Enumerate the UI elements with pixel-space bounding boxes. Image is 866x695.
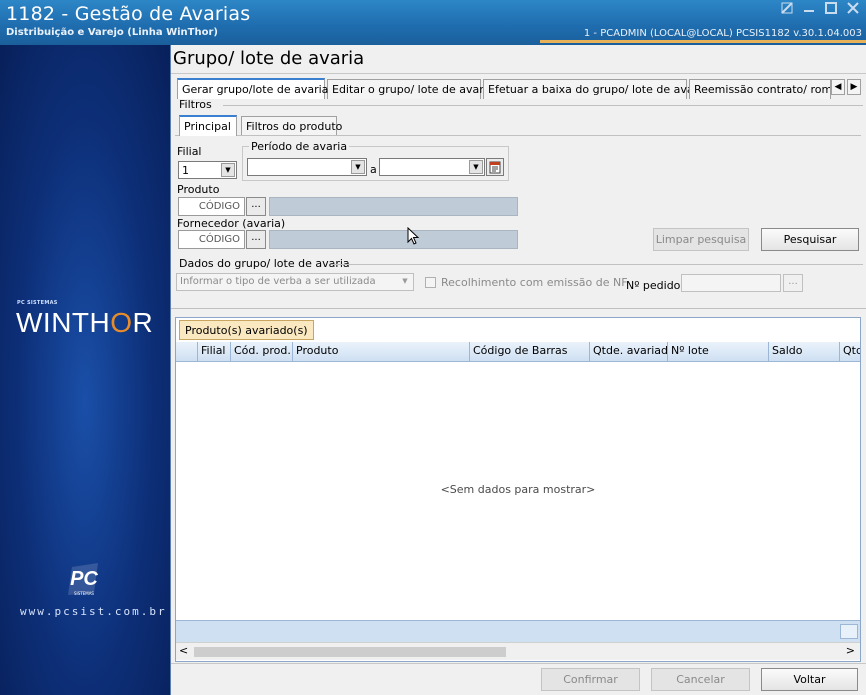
fornecedor-label: Fornecedor (avaria) (177, 217, 286, 230)
fornecedor-search-button[interactable]: ... (246, 230, 266, 249)
subtab-principal[interactable]: Principal (179, 115, 237, 136)
brand-small-text: PC SISTEMAS (17, 300, 58, 306)
divider (171, 308, 866, 309)
tab-scroll-right-icon[interactable]: ▶ (847, 79, 861, 95)
produto-search-button[interactable]: ... (246, 197, 266, 216)
recolhimento-checkbox[interactable] (425, 277, 436, 288)
brand-sidebar: PC SISTEMAS WINTHOR PC SISTEMAS www.pcsi… (0, 45, 171, 695)
column-header-cod-prod[interactable]: Cód. prod. (230, 342, 292, 361)
pedido-label: Nº pedido: (626, 279, 685, 292)
column-header-filial[interactable]: Filial (197, 342, 230, 361)
scrollbar-thumb[interactable] (194, 647, 506, 657)
group-data-line (331, 264, 863, 265)
grid-footer (176, 620, 860, 642)
filters-group-line (223, 105, 863, 106)
calendar-icon[interactable] (486, 158, 504, 176)
column-header-produto[interactable]: Produto (292, 342, 469, 361)
page-title: Grupo/ lote de avaria (173, 48, 365, 69)
periodo-separator: a (370, 163, 377, 176)
produto-code-input[interactable]: CÓDIGO (178, 197, 245, 216)
grid-empty-message: <Sem dados para mostrar> (440, 483, 596, 496)
filial-label: Filial (177, 145, 202, 158)
subtab-baseline (175, 135, 861, 136)
filters-legend: Filtros (179, 98, 212, 111)
tab-scroll-left-icon[interactable]: ◀ (831, 79, 845, 95)
scroll-right-icon[interactable]: > (846, 644, 855, 657)
periodo-label: Período de avaria (249, 140, 350, 153)
recolhimento-label: Recolhimento com emissão de NF (441, 276, 628, 289)
grid-indicator-column (176, 342, 197, 361)
filial-select[interactable]: 1 ▼ (178, 161, 237, 179)
produto-label: Produto (177, 183, 220, 196)
tab-gerar-grupo[interactable]: Gerar grupo/lote de avaria (177, 78, 328, 99)
produto-description-field (269, 197, 518, 216)
window-subtitle: Distribuição e Varejo (Linha WinThor) (6, 27, 218, 38)
grid-footer-cell (840, 624, 858, 639)
search-button[interactable]: Pesquisar (761, 228, 859, 251)
column-header-codigo-barras[interactable]: Código de Barras (469, 342, 589, 361)
maximize-icon[interactable] (822, 2, 840, 18)
pedido-input[interactable] (681, 274, 781, 292)
column-header-n-lote[interactable]: Nº lote (667, 342, 768, 361)
divider (171, 663, 866, 664)
title-accent-line (540, 40, 866, 43)
winthor-logo: WINTHOR (16, 307, 154, 338)
tab-efetuar-baixa[interactable]: Efetuar a baixa do grupo/ lote de avaria (483, 79, 708, 99)
periodo-end-date[interactable]: ▼ (379, 158, 485, 176)
divider (171, 73, 866, 74)
chevron-down-icon: ▼ (469, 160, 483, 174)
svg-text:SISTEMAS: SISTEMAS (74, 591, 94, 596)
cancel-button[interactable]: Cancelar (651, 668, 750, 691)
subtab-filtros-produto[interactable]: Filtros do produto (241, 116, 342, 136)
grid-tab-produtos-avariados[interactable]: Produto(s) avariado(s) (179, 320, 314, 340)
fornecedor-description-field (269, 230, 518, 249)
svg-text:PC: PC (70, 568, 98, 590)
fornecedor-code-input[interactable]: CÓDIGO (178, 230, 245, 249)
main-panel: Grupo/ lote de avaria Gerar grupo/lote d… (171, 45, 866, 695)
horizontal-scrollbar[interactable]: < > (176, 642, 860, 660)
back-button[interactable]: Voltar (761, 668, 858, 691)
confirm-button[interactable]: Confirmar (541, 668, 640, 691)
window-title: 1182 - Gestão de Avarias (6, 3, 251, 25)
website-text: www.pcsist.com.br (20, 605, 167, 618)
column-header-qtde-avariada[interactable]: Qtde. avariada (589, 342, 667, 361)
column-header-qtd[interactable]: Qtd (839, 342, 860, 361)
chevron-down-icon: ▼ (221, 163, 235, 177)
products-grid: Produto(s) avariado(s) Filial Cód. prod.… (175, 317, 861, 662)
chevron-down-icon: ▼ (351, 160, 365, 174)
mouse-cursor-icon (407, 226, 420, 249)
session-info: 1 - PCADMIN (LOCAL@LOCAL) PCSIS1182 v.30… (583, 28, 862, 39)
restore-icon[interactable] (778, 2, 796, 18)
column-header-saldo[interactable]: Saldo (768, 342, 839, 361)
pedido-search-button[interactable]: ... (783, 274, 803, 292)
tab-editar-grupo[interactable]: Editar o grupo/ lote de avaria (327, 79, 494, 99)
grid-header: Filial Cód. prod. Produto Código de Barr… (176, 342, 860, 362)
clear-search-button[interactable]: Limpar pesquisa (653, 228, 749, 251)
window-titlebar: 1182 - Gestão de Avarias Distribuição e … (0, 0, 866, 45)
group-data-legend: Dados do grupo/ lote de avaria (179, 257, 350, 270)
verba-type-select[interactable]: Informar o tipo de verba a ser utilizada… (176, 273, 414, 291)
scroll-left-icon[interactable]: < (179, 644, 188, 657)
minimize-icon[interactable] (800, 2, 818, 18)
pc-sistemas-logo: PC SISTEMAS (64, 559, 104, 599)
tab-reemissao-contrato[interactable]: Reemissão contrato/ romar (689, 79, 831, 99)
close-icon[interactable] (844, 2, 862, 18)
chevron-down-icon: ▼ (398, 275, 412, 289)
periodo-start-date[interactable]: ▼ (247, 158, 367, 176)
